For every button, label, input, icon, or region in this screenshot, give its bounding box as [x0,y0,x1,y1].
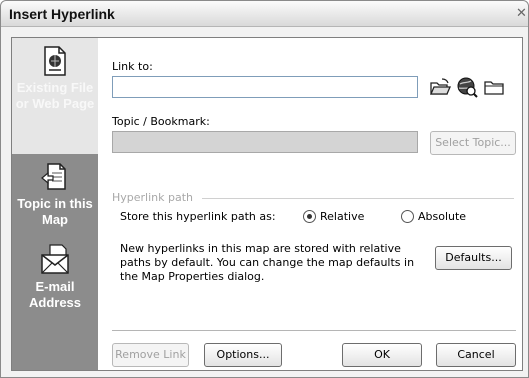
ok-button[interactable]: OK [342,343,422,367]
remove-link-button: Remove Link [112,343,189,367]
sidebar-item-existing-file[interactable]: Existing File or Web Page [12,38,98,154]
absolute-radio-label[interactable]: Absolute [418,210,466,223]
browse-web-icon[interactable] [456,76,478,98]
insert-hyperlink-dialog: Insert Hyperlink ✕ Existing File or Web … [0,0,529,378]
sidebar-item-label: Topic in this Map [17,196,93,227]
topic-bookmark-field [112,131,418,153]
sidebar-item-label: E-mail Address [28,279,82,310]
link-details-panel: Link to: Topic / Bookmark: Select Topic.… [98,38,522,370]
dialog-content: Existing File or Web Page Topic in this … [11,37,523,371]
defaults-button[interactable]: Defaults... [435,246,512,270]
topic-bookmark-label: Topic / Bookmark: [112,115,210,128]
sidebar-item-label: Existing File or Web Page [15,80,95,111]
email-envelope-icon [41,244,69,274]
cancel-button[interactable]: Cancel [436,343,516,367]
open-folder-icon[interactable] [429,76,451,98]
title-bar[interactable]: Insert Hyperlink ✕ [1,1,528,27]
link-type-sidebar: Existing File or Web Page Topic in this … [12,38,98,370]
sidebar-item-email[interactable]: E-mail Address [12,243,98,343]
group-divider [202,198,514,199]
dialog-title: Insert Hyperlink [9,6,115,22]
link-to-field[interactable] [112,76,418,98]
options-button[interactable]: Options... [204,343,282,367]
select-topic-button: Select Topic... [430,131,516,155]
topic-map-icon [41,163,66,190]
hyperlink-path-group-label: Hyperlink path [112,191,194,204]
close-icon[interactable]: ✕ [516,5,528,23]
new-folder-icon[interactable] [483,76,505,98]
link-to-label: Link to: [112,60,153,73]
path-description: New hyperlinks in this map are stored wi… [120,242,415,283]
relative-radio-label[interactable]: Relative [320,210,364,223]
document-globe-icon [44,46,66,76]
footer-separator [112,330,516,331]
store-path-label: Store this hyperlink path as: [120,210,276,223]
absolute-radio[interactable] [401,210,414,223]
relative-radio[interactable] [303,210,316,223]
